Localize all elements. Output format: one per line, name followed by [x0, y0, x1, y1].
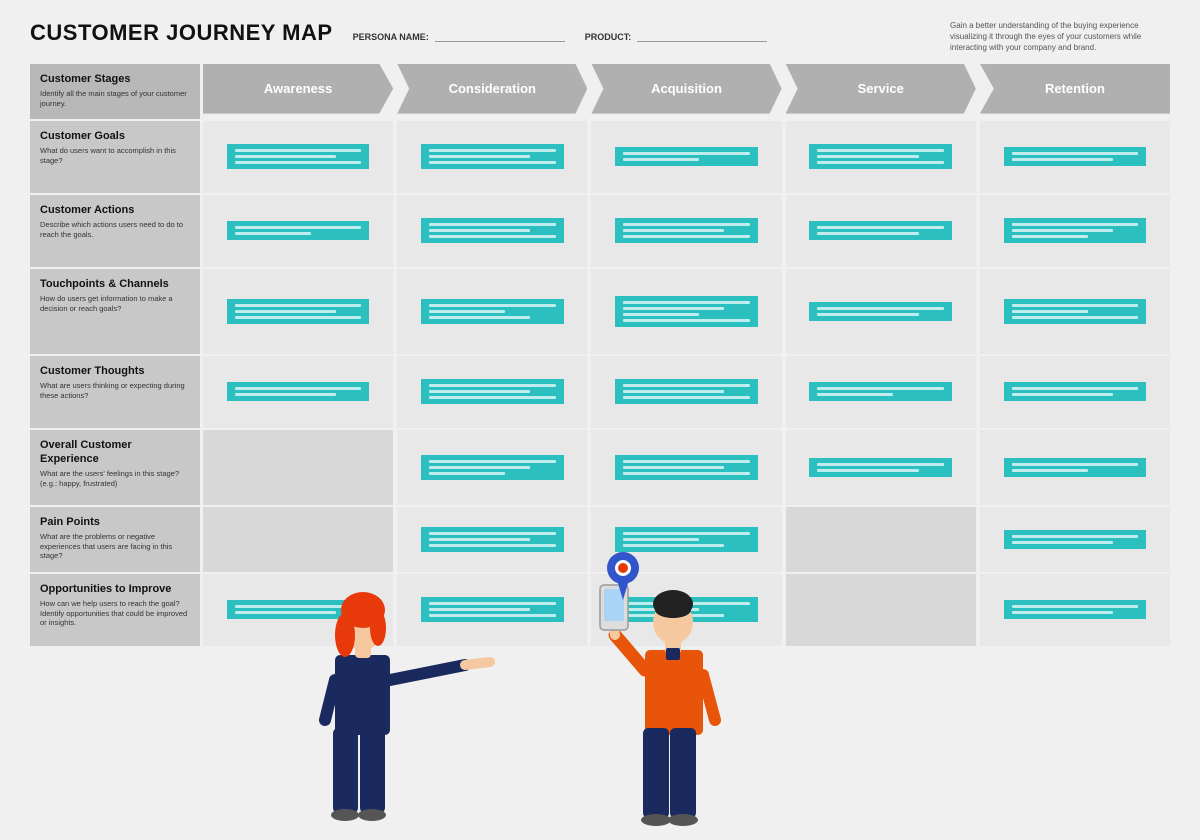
pain-cell-4 [786, 507, 976, 572]
opp-cell-2 [397, 574, 587, 646]
thoughts-cell-1 [203, 356, 393, 428]
persona-field-group: PERSONA NAME: [353, 31, 565, 42]
persona-input[interactable] [435, 31, 565, 42]
customer-thoughts-cells [203, 356, 1170, 428]
stage-service: Service [786, 64, 976, 114]
stage-awareness: Awareness [203, 64, 393, 114]
customer-thoughts-label: Customer Thoughts What are users thinkin… [30, 356, 200, 428]
opp-cell-3 [591, 574, 781, 646]
thoughts-cell-5 [980, 356, 1170, 428]
product-field-group: PRODUCT: [585, 31, 768, 42]
stages-title: Customer Stages [40, 72, 190, 86]
pain-cell-1 [203, 507, 393, 572]
thoughts-cell-3 [591, 356, 781, 428]
stages-row: Customer Stages Identify all the main st… [30, 64, 1170, 119]
row-customer-thoughts: Customer Thoughts What are users thinkin… [30, 356, 1170, 428]
thoughts-cell-2 [397, 356, 587, 428]
actions-cell-4 [786, 195, 976, 267]
row-customer-actions: Customer Actions Describe which actions … [30, 195, 1170, 267]
touchpoints-cells [203, 269, 1170, 354]
actions-cell-2 [397, 195, 587, 267]
overall-experience-label: Overall Customer Experience What are the… [30, 430, 200, 505]
product-label: PRODUCT: [585, 32, 632, 42]
stage-retention: Retention [980, 64, 1170, 114]
touch-cell-4 [786, 269, 976, 354]
oce-cell-2 [397, 430, 587, 505]
oce-cell-4 [786, 430, 976, 505]
header-description: Gain a better understanding of the buyin… [950, 20, 1170, 54]
touch-cell-1 [203, 269, 393, 354]
stage-cells: Awareness Consideration Acquisition Serv… [203, 64, 1170, 119]
opportunities-cells [203, 574, 1170, 646]
goals-cell-1 [203, 121, 393, 193]
product-input[interactable] [637, 31, 767, 42]
opportunities-label: Opportunities to Improve How can we help… [30, 574, 200, 646]
touch-cell-2 [397, 269, 587, 354]
actions-cell-5 [980, 195, 1170, 267]
oce-cell-3 [591, 430, 781, 505]
customer-actions-cells [203, 195, 1170, 267]
page-title: CUSTOMER JOURNEY MAP [30, 20, 333, 46]
stage-acquisition: Acquisition [591, 64, 781, 114]
page: CUSTOMER JOURNEY MAP PERSONA NAME: PRODU… [0, 0, 1200, 840]
goals-cell-3 [591, 121, 781, 193]
touchpoints-label: Touchpoints & Channels How do users get … [30, 269, 200, 354]
thoughts-cell-4 [786, 356, 976, 428]
touch-cell-3 [591, 269, 781, 354]
oce-cell-1 [203, 430, 393, 505]
goals-cell-5 [980, 121, 1170, 193]
row-overall-experience: Overall Customer Experience What are the… [30, 430, 1170, 505]
header-fields: PERSONA NAME: PRODUCT: Gain a better und… [353, 20, 1170, 54]
header: CUSTOMER JOURNEY MAP PERSONA NAME: PRODU… [30, 20, 1170, 54]
pain-cell-5 [980, 507, 1170, 572]
stage-consideration: Consideration [397, 64, 587, 114]
opp-cell-1 [203, 574, 393, 646]
row-touchpoints: Touchpoints & Channels How do users get … [30, 269, 1170, 354]
actions-cell-1 [203, 195, 393, 267]
opp-cell-4 [786, 574, 976, 646]
customer-goals-cells [203, 121, 1170, 193]
stages-label: Customer Stages Identify all the main st… [30, 64, 200, 119]
row-pain-points: Pain Points What are the problems or neg… [30, 507, 1170, 572]
overall-experience-cells [203, 430, 1170, 505]
customer-actions-label: Customer Actions Describe which actions … [30, 195, 200, 267]
oce-cell-5 [980, 430, 1170, 505]
touch-cell-5 [980, 269, 1170, 354]
actions-cell-3 [591, 195, 781, 267]
pain-cell-3 [591, 507, 781, 572]
goals-cell-4 [786, 121, 976, 193]
pain-points-cells [203, 507, 1170, 572]
pain-points-label: Pain Points What are the problems or neg… [30, 507, 200, 572]
pain-cell-2 [397, 507, 587, 572]
customer-goals-label: Customer Goals What do users want to acc… [30, 121, 200, 193]
goals-cell-2 [397, 121, 587, 193]
stages-desc: Identify all the main stages of your cus… [40, 89, 190, 109]
row-opportunities: Opportunities to Improve How can we help… [30, 574, 1170, 646]
opp-cell-5 [980, 574, 1170, 646]
persona-label: PERSONA NAME: [353, 32, 429, 42]
row-customer-goals: Customer Goals What do users want to acc… [30, 121, 1170, 193]
